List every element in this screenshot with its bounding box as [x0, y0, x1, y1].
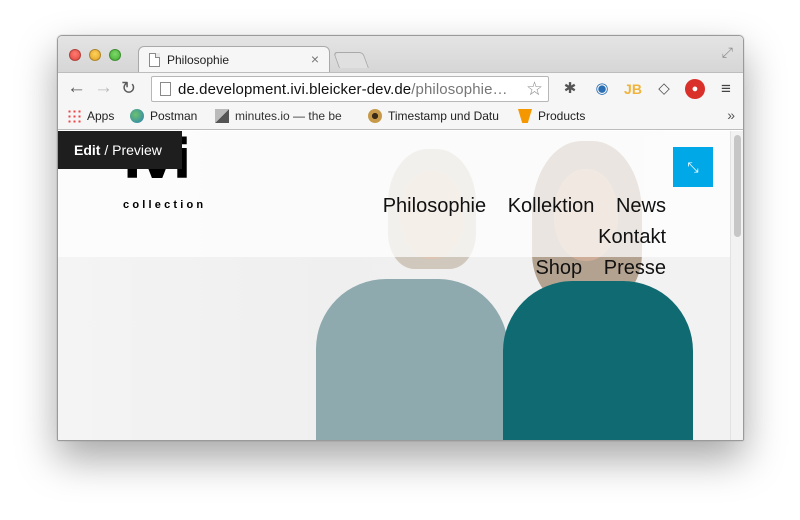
bookmark-label: Timestamp und Datu [388, 109, 499, 123]
collapse-button[interactable]: ⤡ [673, 147, 713, 187]
tab-close-icon[interactable]: × [311, 51, 319, 67]
maximize-window-button[interactable] [109, 49, 121, 61]
edit-separator: / [100, 142, 113, 158]
forward-button[interactable]: → [94, 78, 113, 98]
logo-subtitle: collection [123, 199, 207, 211]
nav-item-philosophie[interactable]: Philosophie [383, 195, 486, 217]
apps-grid-icon [67, 109, 81, 123]
bookmark-label: Apps [87, 109, 115, 123]
edit-label[interactable]: Edit [74, 142, 100, 158]
bug-extension-icon[interactable]: ✱ [560, 79, 580, 99]
menu-icon[interactable]: ≡ [716, 79, 736, 99]
vertical-scrollbar[interactable] [730, 131, 743, 440]
bookmark-apps[interactable]: Apps [67, 109, 114, 123]
url-text[interactable]: de.development.ivi.bleicker-dev.de/philo… [178, 81, 508, 98]
tab-title: Philosophie [167, 53, 230, 67]
hero-person-right-body [503, 281, 693, 440]
nav-item-shop[interactable]: Shop [535, 257, 582, 279]
page-icon [160, 82, 171, 96]
page-icon [149, 53, 160, 67]
nav-item-kollektion[interactable]: Kollektion [508, 195, 595, 217]
bookmark-timestamp[interactable]: Timestamp und Datu [368, 109, 499, 123]
minutes-icon [215, 109, 229, 123]
stop-extension-icon[interactable]: ● [685, 79, 705, 99]
browser-window: Philosophie × ⤢ ← → ↻ de.development.ivi… [57, 35, 744, 441]
nav-item-news[interactable]: News [616, 195, 666, 217]
new-tab-button[interactable] [333, 52, 369, 68]
minimize-window-button[interactable] [89, 49, 101, 61]
bookmark-label: minutes.io — the be [235, 109, 342, 123]
tab-philosophie[interactable]: Philosophie × [138, 46, 330, 73]
timestamp-icon [368, 109, 382, 123]
bookmark-products[interactable]: Products [518, 109, 585, 123]
preview-label[interactable]: Preview [112, 142, 162, 158]
hero-person-left-body [316, 279, 508, 440]
fullscreen-icon[interactable]: ⤢ [722, 44, 733, 61]
bookmark-star-icon[interactable]: ☆ [526, 78, 543, 101]
edit-preview-toggle[interactable]: Edit / Preview [58, 131, 182, 169]
typo3-icon [518, 109, 532, 123]
postman-globe-icon [130, 109, 144, 123]
nav-item-presse[interactable]: Presse [604, 257, 666, 279]
tag-extension-icon[interactable]: ◇ [654, 79, 674, 99]
main-nav: Philosophie Kollektion News Kontakt Shop… [286, 191, 666, 284]
tab-strip: Philosophie × ⤢ [58, 36, 743, 73]
bookmarks-bar: Apps Postman minutes.io — the be Timesta… [58, 104, 743, 130]
bookmark-postman[interactable]: Postman [130, 109, 197, 123]
browser-toolbar: ← → ↻ de.development.ivi.bleicker-dev.de… [58, 72, 743, 104]
close-window-button[interactable] [69, 49, 81, 61]
globe-extension-icon[interactable]: ◉ [592, 79, 612, 99]
bookmarks-overflow-icon[interactable]: » [727, 107, 735, 123]
bookmark-label: Products [538, 109, 586, 123]
nav-item-kontakt[interactable]: Kontakt [598, 226, 666, 248]
back-button[interactable]: ← [67, 78, 86, 98]
reload-button[interactable]: ↻ [121, 78, 136, 98]
page-content: ivi collection Philosophie Kollektion Ne… [58, 131, 743, 440]
url-host: de.development.ivi.bleicker-dev.de [178, 81, 412, 98]
bookmark-minutes[interactable]: minutes.io — the be [215, 109, 342, 123]
address-bar[interactable]: de.development.ivi.bleicker-dev.de/philo… [151, 76, 549, 102]
jb-extension-icon[interactable]: JB [623, 79, 643, 99]
url-path: /philosophie… [411, 81, 508, 98]
scrollbar-thumb[interactable] [734, 135, 741, 237]
bookmark-label: Postman [150, 109, 198, 123]
